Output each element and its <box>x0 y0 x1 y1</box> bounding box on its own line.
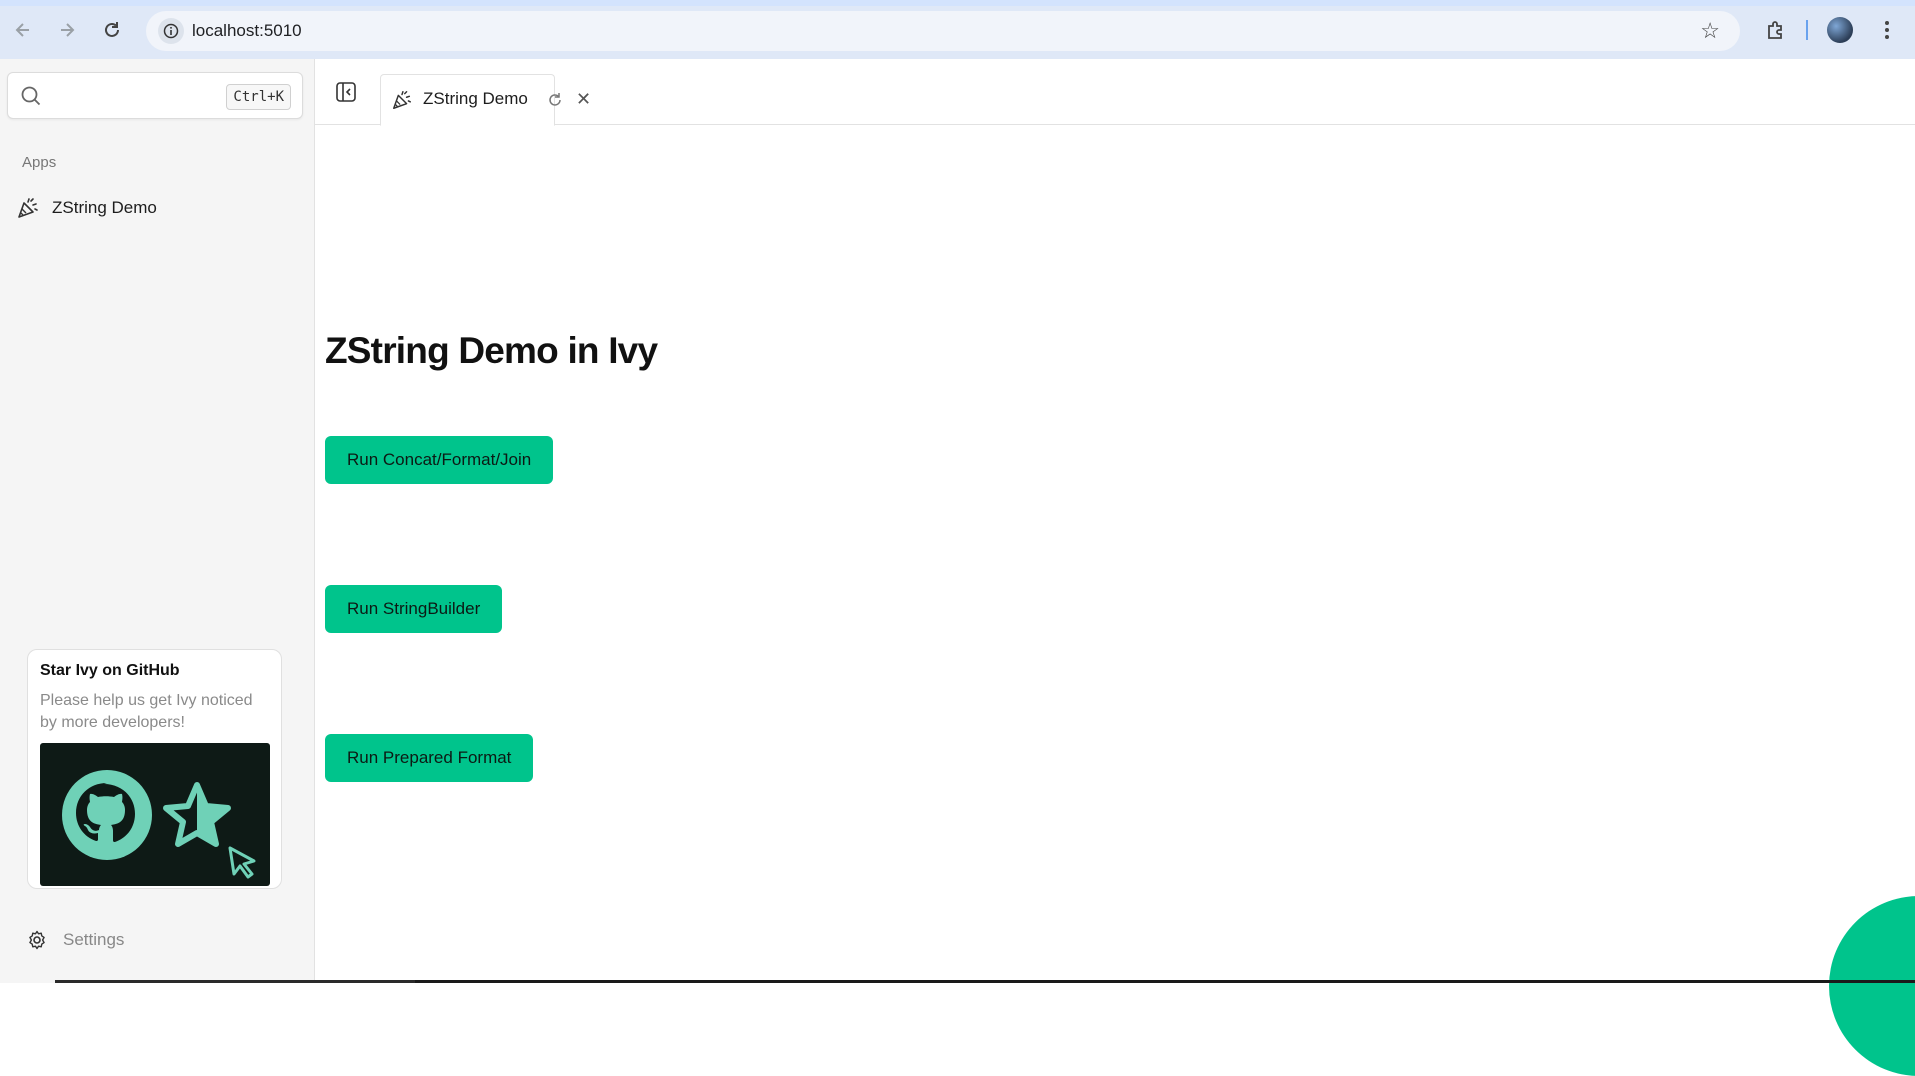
page-title: ZString Demo in Ivy <box>325 330 658 371</box>
party-popper-icon <box>18 198 38 218</box>
reload-icon <box>105 22 119 37</box>
tab-close-icon[interactable]: ✕ <box>576 89 591 110</box>
forward-button[interactable] <box>50 13 84 47</box>
site-info-icon[interactable] <box>158 18 184 44</box>
github-star-card[interactable]: Star Ivy on GitHub Please help us get Iv… <box>27 649 282 889</box>
cursor-icon <box>228 846 256 879</box>
tab-bar: ZString Demo ✕ <box>315 59 1915 126</box>
sidebar: Ctrl+K Apps ZString Demo Star Ivy on Git… <box>0 59 315 983</box>
tab-reload-icon[interactable] <box>546 91 564 109</box>
settings-label: Settings <box>63 930 125 949</box>
sidebar-item-zstring-demo[interactable]: ZString Demo <box>12 192 302 224</box>
tab-label: ZString Demo <box>423 89 528 108</box>
bookmark-star-icon[interactable]: ☆ <box>1700 18 1720 44</box>
github-star-illustration[interactable] <box>40 743 270 886</box>
sidebar-section-apps: Apps <box>22 154 57 171</box>
gear-icon <box>29 930 45 950</box>
address-bar[interactable]: localhost:5010 ☆ <box>146 11 1740 51</box>
more-vertical-icon <box>1885 21 1889 39</box>
arrow-right-icon <box>61 23 75 37</box>
floating-action-button[interactable] <box>1829 896 1915 1076</box>
search-input[interactable]: Ctrl+K <box>7 72 303 119</box>
search-icon <box>21 86 41 106</box>
extensions-button[interactable] <box>1759 13 1793 47</box>
github-logo-icon <box>62 770 152 860</box>
sidebar-item-label: ZString Demo <box>52 198 157 217</box>
url-text[interactable]: localhost:5010 <box>192 21 302 41</box>
run-prepared-format-button[interactable]: Run Prepared Format <box>325 734 534 782</box>
browser-menu-button[interactable] <box>1870 13 1904 47</box>
reload-button[interactable] <box>95 13 129 47</box>
browser-toolbar: localhost:5010 ☆ <box>0 0 1915 60</box>
browser-tab-strip <box>0 0 1915 6</box>
run-stringbuilder-button[interactable]: Run StringBuilder <box>325 585 503 633</box>
github-card-description: Please help us get Ivy noticed by more d… <box>40 692 253 731</box>
github-card-title: Star Ivy on GitHub <box>40 662 180 679</box>
tab-zstring-demo[interactable]: ZString Demo ✕ <box>380 74 591 126</box>
party-popper-icon <box>393 91 411 109</box>
back-button[interactable] <box>6 13 40 47</box>
run-concat-format-join-button[interactable]: Run Concat/Format/Join <box>325 436 554 484</box>
settings-button[interactable]: Settings <box>27 925 124 955</box>
sidebar-collapse-icon[interactable] <box>335 81 357 103</box>
search-shortcut-badge: Ctrl+K <box>226 84 291 110</box>
star-icon <box>163 782 231 847</box>
profile-avatar[interactable] <box>1827 17 1853 43</box>
arrow-left-icon <box>15 23 29 37</box>
toolbar-divider <box>1806 20 1808 40</box>
puzzle-icon <box>1768 21 1782 39</box>
